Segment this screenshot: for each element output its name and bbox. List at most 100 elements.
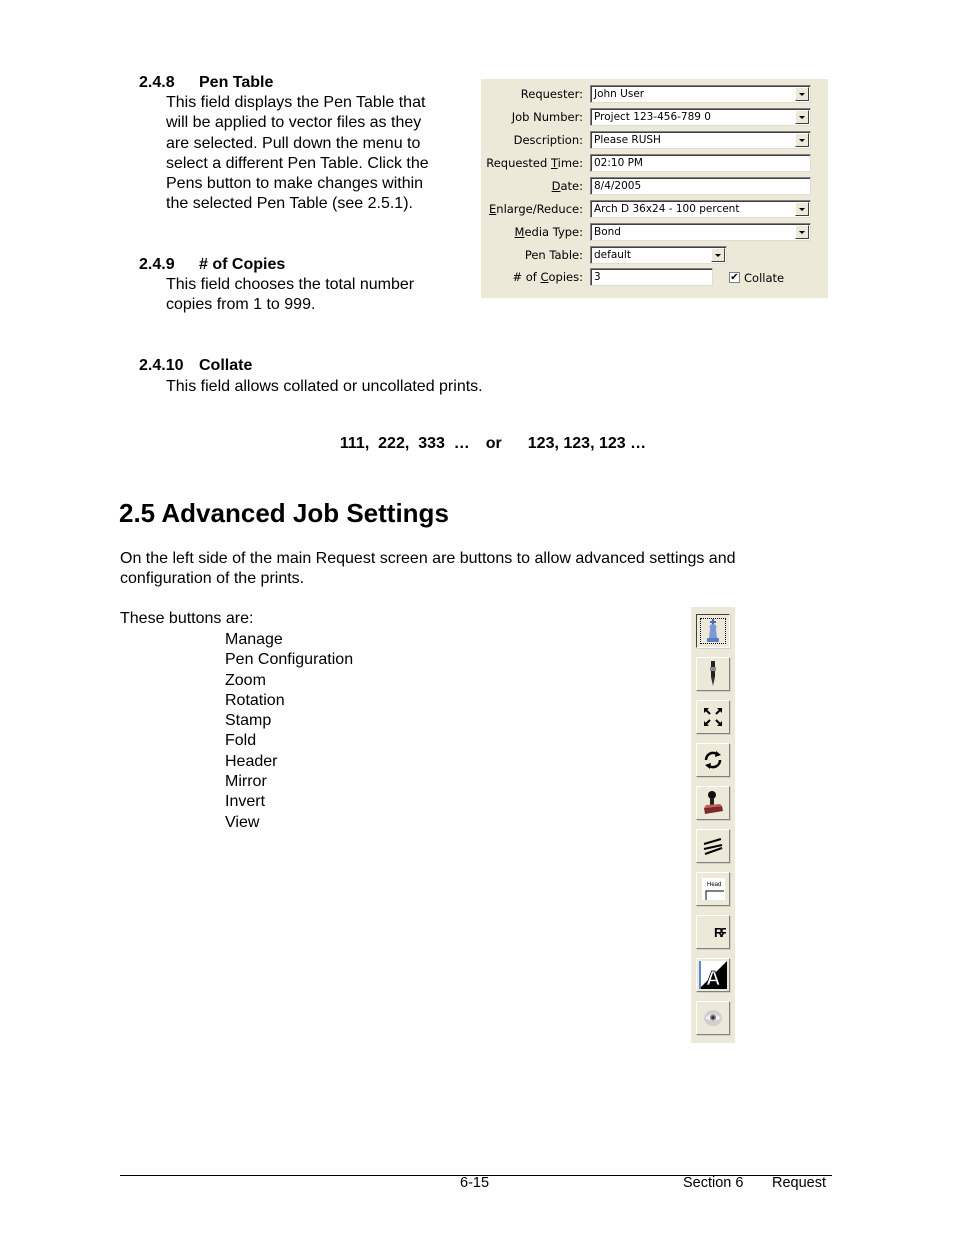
text-line: Pens button to make changes within <box>166 175 424 193</box>
list-item: Pen Configuration <box>225 651 354 669</box>
list-item: Rotation <box>225 691 285 709</box>
chess-king-icon <box>707 619 719 642</box>
date-row: Date: 8/4/2005 <box>481 177 828 197</box>
mirror-button[interactable]: R R <box>696 915 730 949</box>
advanced-intro: On the left side of the main Request scr… <box>120 549 735 590</box>
manage-button[interactable] <box>696 614 730 648</box>
description-value: Please RUSH <box>594 134 661 146</box>
section-title: Collate <box>199 357 253 374</box>
list-item: View <box>225 813 260 831</box>
media-type-row: Media Type: Bond <box>481 223 828 243</box>
date-input[interactable]: 8/4/2005 <box>590 177 811 195</box>
zoom-button[interactable] <box>696 700 730 734</box>
section-number: 2.4.10 <box>139 357 184 374</box>
or-text: or <box>485 435 502 452</box>
copies-value: 3 <box>594 271 601 283</box>
enlarge-reduce-label: Enlarge/Reduce: <box>489 202 583 216</box>
chevron-down-icon[interactable] <box>795 202 809 216</box>
job-number-value: Project 123-456-789 0 <box>594 111 711 123</box>
requester-dropdown[interactable]: John User <box>590 85 811 103</box>
section-number: 2.4.9 <box>139 256 175 273</box>
pen-configuration-button[interactable] <box>696 657 730 691</box>
chevron-down-icon[interactable] <box>711 248 725 262</box>
text-line: will be applied to vector files as they <box>166 114 422 132</box>
job-number-dropdown[interactable]: Project 123-456-789 0 <box>590 108 811 126</box>
text-line: are selected. Pull down the menu to <box>166 134 421 152</box>
description-dropdown[interactable]: Please RUSH <box>590 131 811 149</box>
rotate-icon <box>704 751 722 769</box>
section-number: 2.4.8 <box>139 74 175 91</box>
footer-section: Section 6 <box>683 1175 744 1191</box>
page-number: 6-15 <box>460 1175 490 1191</box>
header-icon: Head <box>702 878 725 900</box>
eye-icon <box>704 1010 722 1026</box>
section-heading-collate: 2.4.10 Collate <box>139 356 252 376</box>
section-title: # of Copies <box>199 256 286 273</box>
invert-button[interactable]: A <box>696 958 730 992</box>
requested-time-value: 02:10 PM <box>594 157 643 169</box>
fold-button[interactable] <box>696 829 730 863</box>
requester-label: Requester: <box>520 87 583 101</box>
chevron-down-icon[interactable] <box>795 87 809 101</box>
section-heading-copies: 2.4.9 # of Copies <box>139 255 285 275</box>
advanced-settings-toolbar: Head R R A <box>691 607 735 1043</box>
media-type-dropdown[interactable]: Bond <box>590 223 811 241</box>
date-value: 8/4/2005 <box>594 180 642 192</box>
pen-table-description: This field displays the Pen Table that w… <box>166 93 429 215</box>
text-line: configuration of the prints. <box>120 570 305 588</box>
copies-label: # of Copies: <box>512 270 583 284</box>
collate-label: Collate <box>744 271 785 285</box>
chevron-down-icon[interactable] <box>795 133 809 147</box>
media-type-label: Media Type: <box>514 225 584 239</box>
rotation-button[interactable] <box>696 743 730 777</box>
list-item: Invert <box>225 793 266 811</box>
svg-text:Head: Head <box>707 882 721 888</box>
pen-table-value: default <box>594 249 631 261</box>
list-item: Mirror <box>225 773 267 791</box>
enlarge-reduce-value: Arch D 36x24 - 100 percent <box>594 203 740 215</box>
collate-checkbox[interactable]: ✔ <box>729 272 740 283</box>
enlarge-reduce-row: Enlarge/Reduce: Arch D 36x24 - 100 perce… <box>481 200 828 220</box>
pen-table-label: Pen Table: <box>524 248 583 262</box>
date-label: Date: <box>551 179 583 193</box>
fold-icon <box>703 838 723 855</box>
requested-time-input[interactable]: 02:10 PM <box>590 154 811 172</box>
chevron-down-icon[interactable] <box>795 110 809 124</box>
view-button[interactable] <box>696 1001 730 1035</box>
buttons-list-intro: These buttons are: <box>120 610 254 627</box>
header-button[interactable]: Head <box>696 872 730 906</box>
stamp-button[interactable] <box>696 786 730 820</box>
invert-icon: A <box>699 961 727 989</box>
copies-description: This field chooses the total number copi… <box>166 275 414 316</box>
svg-text:A: A <box>706 968 720 989</box>
job-settings-form: Requester: John User Job Number: Project… <box>481 79 828 298</box>
list-item: Zoom <box>225 671 266 689</box>
stamp-icon <box>704 791 723 814</box>
media-type-value: Bond <box>594 226 621 238</box>
text-line: select a different Pen Table. Click the <box>166 154 429 172</box>
zoom-arrows-icon <box>704 708 722 726</box>
list-item: Header <box>225 752 278 770</box>
mirror-icon: R R <box>714 925 726 940</box>
job-number-label: Job Number: <box>511 110 583 124</box>
uncollated-example: 111, 222, 333 … <box>339 435 470 452</box>
requested-time-label: Requested Time: <box>486 156 583 170</box>
enlarge-reduce-dropdown[interactable]: Arch D 36x24 - 100 percent <box>590 200 811 218</box>
page-heading: 2.5 Advanced Job Settings <box>119 498 449 528</box>
list-item: Fold <box>225 732 257 750</box>
pen-icon <box>710 661 716 686</box>
list-item: Manage <box>225 631 283 648</box>
copies-input[interactable]: 3 <box>590 268 713 286</box>
collate-description: This field allows collated or uncollated… <box>166 378 483 395</box>
chevron-down-icon[interactable] <box>795 225 809 239</box>
text-line: This field displays the Pen Table that <box>166 94 426 111</box>
job-number-row: Job Number: Project 123-456-789 0 <box>481 108 828 128</box>
collated-example: 123, 123, 123 … <box>527 435 647 452</box>
svg-text:R: R <box>714 925 724 940</box>
text-line: This field chooses the total number <box>166 276 415 293</box>
pen-table-dropdown[interactable]: default <box>590 246 727 264</box>
text-line: the selected Pen Table (see 2.5.1). <box>166 195 413 213</box>
list-item: Stamp <box>225 712 272 730</box>
footer-chapter: Request <box>772 1175 827 1191</box>
text-line: On the left side of the main Request scr… <box>120 550 736 567</box>
